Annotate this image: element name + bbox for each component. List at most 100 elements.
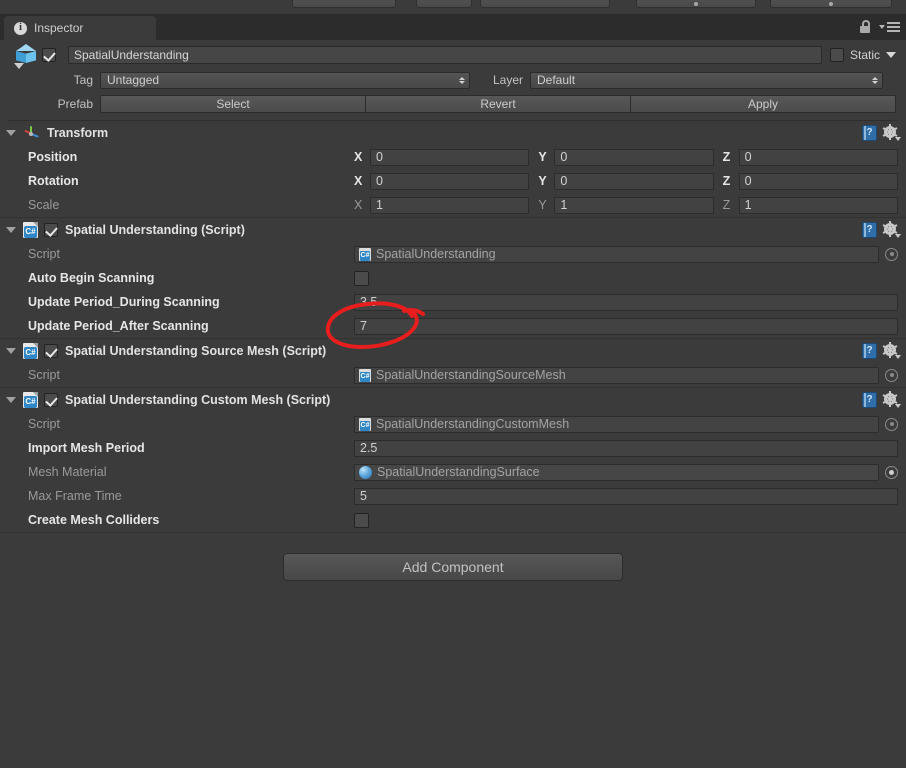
csharp-script-icon: C#	[23, 392, 38, 408]
expand-triangle-icon[interactable]	[6, 397, 16, 403]
component-header[interactable]: C# Spatial Understanding (Script)?	[0, 218, 906, 242]
number-input[interactable]: 3.5	[354, 293, 898, 311]
help-book-icon[interactable]: ?	[862, 343, 877, 359]
number-input[interactable]: 7	[354, 317, 898, 335]
add-component-area: Add Component	[0, 553, 906, 581]
property-row: Scale X 1 Y 1 Z 1	[0, 193, 906, 217]
component-title: Spatial Understanding Custom Mesh (Scrip…	[65, 393, 331, 407]
object-picker-icon[interactable]	[885, 417, 898, 431]
tab-inspector[interactable]: i Inspector	[4, 16, 156, 40]
property-label-update-period-during-scanning: Update Period_During Scanning	[28, 295, 220, 309]
object-reference-field[interactable]: C# SpatialUnderstandingCustomMesh	[354, 415, 879, 433]
vector3-field: X0Y0Z0	[354, 148, 898, 166]
axis-label-z: Z	[722, 150, 731, 164]
component-header[interactable]: C# Spatial Understanding Source Mesh (Scr…	[0, 339, 906, 363]
prefab-revert-button[interactable]: Revert	[366, 95, 631, 113]
property-label-scale: Scale	[28, 198, 60, 212]
toolbar-button-dot-icon	[694, 2, 698, 6]
axis-input-z[interactable]: 0	[738, 172, 898, 190]
property-label-rotation: Rotation	[28, 174, 79, 188]
property-row: Max Frame Time 5	[0, 484, 906, 508]
tag-dropdown[interactable]: Untagged	[100, 71, 470, 89]
toolbar-button-2[interactable]	[416, 0, 472, 8]
toolbar-button-3[interactable]	[480, 0, 610, 8]
prefab-apply-button[interactable]: Apply	[631, 95, 896, 113]
gear-icon[interactable]	[882, 391, 901, 408]
axis-input-y[interactable]: 0	[554, 148, 714, 166]
hamburger-menu-icon[interactable]	[879, 21, 900, 32]
component-enabled-checkbox[interactable]	[44, 223, 58, 237]
prefab-select-button[interactable]: Select	[100, 95, 366, 113]
component-title: Spatial Understanding (Script)	[65, 223, 245, 237]
prefab-label: Prefab	[57, 97, 93, 111]
component-header-actions: ?	[862, 391, 901, 408]
lock-icon[interactable]	[860, 20, 871, 33]
tag-label: Tag	[73, 73, 93, 87]
expand-triangle-icon[interactable]	[6, 130, 16, 136]
axis-label-x: X	[354, 150, 363, 164]
toggle-checkbox[interactable]	[354, 512, 369, 528]
chevron-down-icon[interactable]	[886, 52, 896, 58]
axis-input-x[interactable]: 0	[370, 172, 530, 190]
prefab-row: Prefab Select Revert Apply	[8, 93, 898, 115]
updown-arrows-icon	[872, 76, 878, 84]
object-reference-value: SpatialUnderstandingCustomMesh	[376, 417, 570, 431]
updown-arrows-icon	[459, 76, 465, 84]
property-row: Script C# SpatialUnderstandingCustomMesh	[0, 412, 906, 436]
object-picker-icon[interactable]	[885, 465, 898, 479]
component-header[interactable]: C# Spatial Understanding Custom Mesh (Scr…	[0, 388, 906, 412]
expand-triangle-icon[interactable]	[6, 348, 16, 354]
axis-input-y[interactable]: 1	[554, 196, 714, 214]
axis-label-x: X	[354, 174, 363, 188]
axis-input-y[interactable]: 0	[554, 172, 714, 190]
gameobject-header: SpatialUnderstanding Static Tag Untagged…	[0, 40, 906, 121]
transform-axis-icon	[23, 125, 40, 142]
object-reference-field[interactable]: C# SpatialUnderstanding	[354, 245, 879, 263]
property-row: Import Mesh Period 2.5	[0, 436, 906, 460]
toolbar-button-5[interactable]	[770, 0, 892, 8]
vector3-field: X0Y0Z0	[354, 172, 898, 190]
axis-input-z[interactable]: 0	[738, 148, 898, 166]
axis-input-z[interactable]: 1	[738, 196, 898, 214]
number-input[interactable]: 2.5	[354, 439, 898, 457]
toolbar-button-4[interactable]	[636, 0, 756, 8]
axis-label-y: Y	[538, 174, 547, 188]
component-spatial-understanding-script: C# Spatial Understanding (Script)? Script C…	[0, 218, 906, 339]
tag-value: Untagged	[107, 73, 160, 87]
component-enabled-checkbox[interactable]	[44, 393, 58, 407]
object-reference-field[interactable]: C# SpatialUnderstandingSourceMesh	[354, 366, 879, 384]
property-label-update-period-after-scanning: Update Period_After Scanning	[28, 319, 209, 333]
gear-icon[interactable]	[882, 124, 901, 141]
component-enabled-checkbox[interactable]	[44, 344, 58, 358]
csharp-script-icon: C#	[359, 368, 371, 382]
component-header-actions: ?	[862, 221, 901, 238]
layer-dropdown[interactable]: Default	[530, 71, 883, 89]
gameobject-active-checkbox[interactable]	[42, 48, 56, 62]
static-checkbox[interactable]	[829, 48, 844, 62]
help-book-icon[interactable]: ?	[862, 125, 877, 141]
help-book-icon[interactable]: ?	[862, 392, 877, 408]
toggle-checkbox[interactable]	[354, 270, 369, 286]
object-reference-field[interactable]: SpatialUnderstandingSurface	[354, 463, 879, 481]
object-picker-icon[interactable]	[885, 368, 898, 382]
toolbar-button-1[interactable]	[292, 0, 396, 8]
gameobject-name-input[interactable]: SpatialUnderstanding	[68, 46, 822, 64]
gear-icon[interactable]	[882, 342, 901, 359]
object-picker-icon[interactable]	[885, 247, 898, 261]
axis-label-z: Z	[722, 198, 731, 212]
component-spatial-understanding-source-mesh-script: C# Spatial Understanding Source Mesh (Scr…	[0, 339, 906, 388]
property-row: Position X 0 Y 0 Z 0	[0, 145, 906, 169]
component-header[interactable]: Transform?	[0, 121, 906, 145]
property-label-auto-begin-scanning: Auto Begin Scanning	[28, 271, 155, 285]
add-component-button[interactable]: Add Component	[283, 553, 623, 581]
axis-label-z: Z	[722, 174, 731, 188]
property-row: Update Period_After Scanning 7	[0, 314, 906, 338]
gear-icon[interactable]	[882, 221, 901, 238]
expand-triangle-icon[interactable]	[6, 227, 16, 233]
number-input[interactable]: 5	[354, 487, 898, 505]
axis-input-x[interactable]: 0	[370, 148, 530, 166]
axis-input-x[interactable]: 1	[370, 196, 530, 214]
prefab-cube-icon[interactable]	[12, 42, 42, 69]
help-book-icon[interactable]: ?	[862, 222, 877, 238]
property-row: Script C# SpatialUnderstanding	[0, 242, 906, 266]
